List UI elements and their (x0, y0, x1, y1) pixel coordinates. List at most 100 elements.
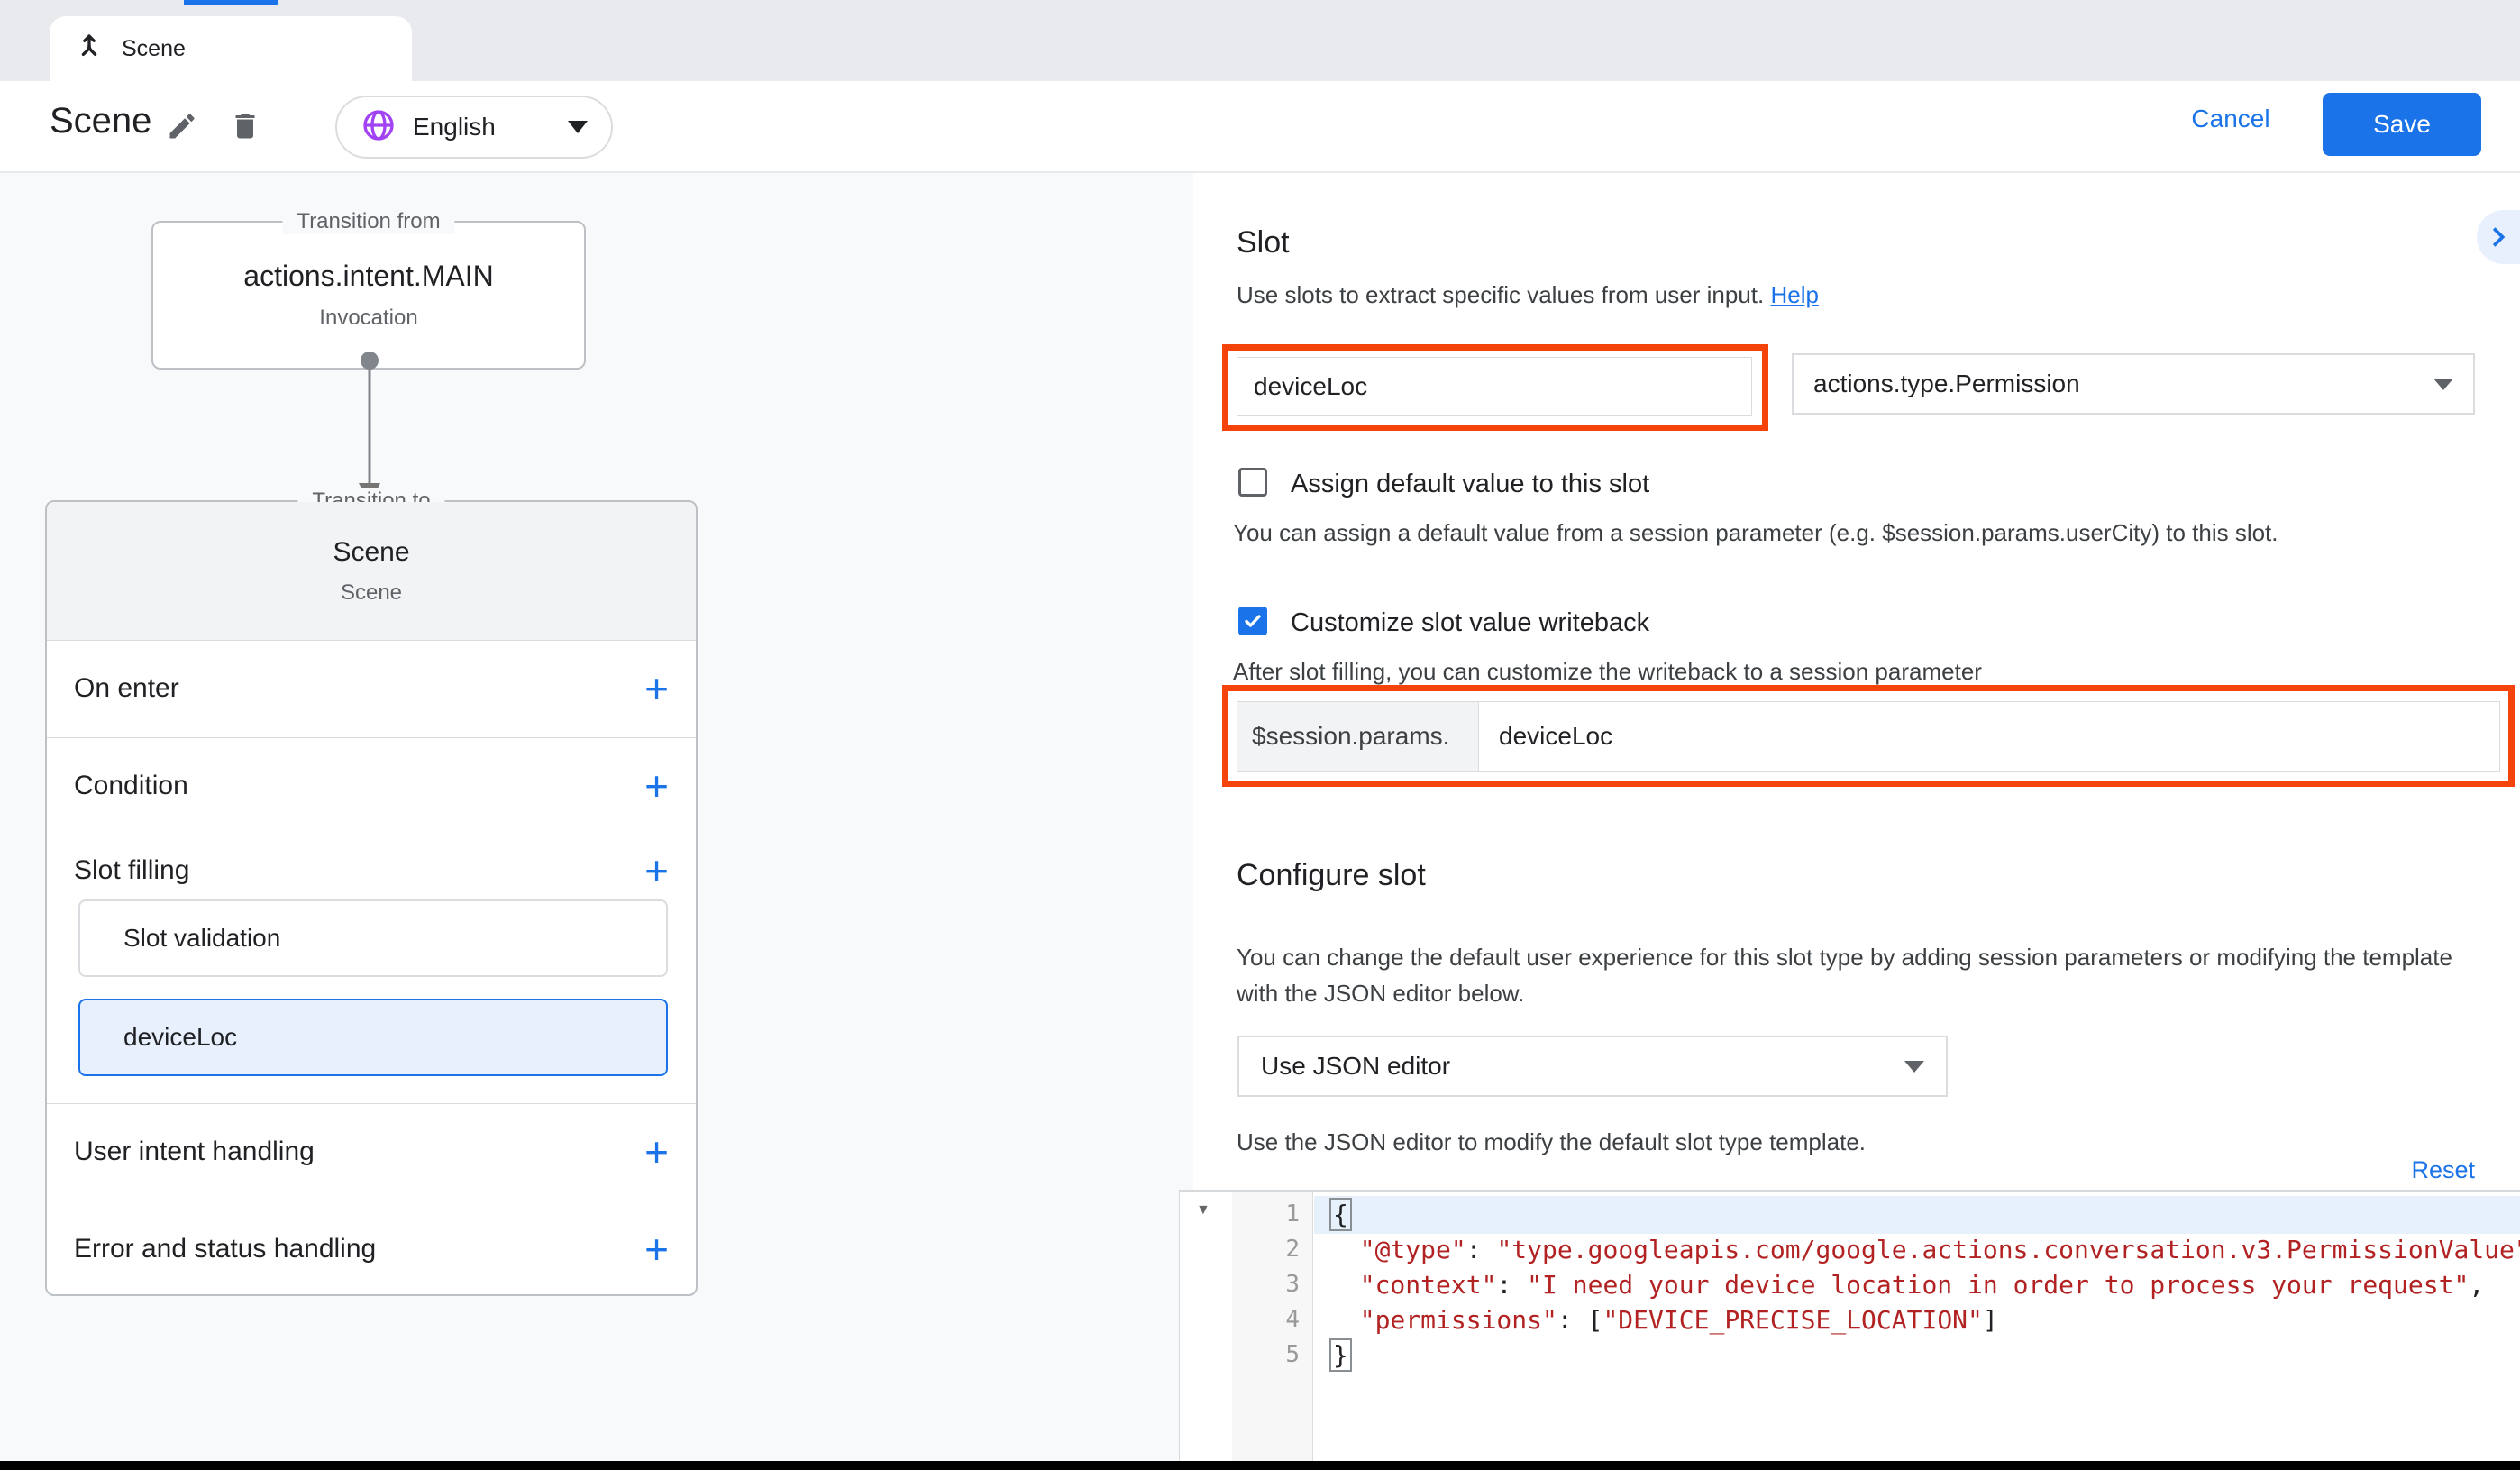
json-key: "context" (1360, 1270, 1497, 1300)
close-brace: } (1329, 1338, 1352, 1372)
slot-validation-label: Slot validation (123, 924, 280, 953)
collapse-panel-button[interactable] (2477, 210, 2520, 264)
bracket-close: ] (1983, 1305, 1998, 1335)
flow-connector-arrow (353, 350, 386, 510)
writeback-checkbox[interactable] (1238, 607, 1267, 635)
reset-link[interactable]: Reset (2411, 1156, 2475, 1184)
writeback-description: After slot filling, you can customize th… (1233, 658, 1982, 686)
tab-scene[interactable]: Scene (50, 16, 412, 81)
section-slot-filling: Slot filling + (47, 835, 696, 907)
json-key: "permissions" (1360, 1305, 1557, 1335)
node-scene-card: Transition to Scene Scene On enter + Con… (45, 500, 698, 1296)
error-status-label: Error and status handling (74, 1234, 644, 1265)
colon: : (1466, 1235, 1497, 1265)
configure-slot-title: Configure slot (1237, 858, 1426, 893)
slot-type-value: actions.type.Permission (1813, 370, 2433, 398)
add-condition-button[interactable]: + (644, 765, 669, 807)
editor-mode-value: Use JSON editor (1261, 1052, 1904, 1081)
scene-card-header[interactable]: Scene Scene (47, 502, 696, 641)
indent (1329, 1235, 1360, 1265)
node-transition-from[interactable]: Transition from actions.intent.MAIN Invo… (151, 221, 586, 370)
json-editor[interactable]: ▼ 1 2 3 4 5 { "@type": "type.googleapis.… (1179, 1190, 2520, 1461)
slot-description-text: Use slots to extract specific values fro… (1237, 281, 1770, 308)
intent-name: actions.intent.MAIN (243, 260, 493, 293)
dropdown-arrow-icon (2433, 379, 2453, 390)
json-value: "type.googleapis.com/google.actions.conv… (1496, 1235, 2520, 1265)
save-button[interactable]: Save (2323, 93, 2481, 156)
add-slot-button[interactable]: + (644, 850, 669, 891)
line-number: 1 (1232, 1197, 1312, 1232)
loading-bar (184, 0, 278, 5)
add-user-intent-button[interactable]: + (644, 1131, 669, 1173)
chevron-down-icon (568, 121, 588, 133)
configure-slot-description: You can change the default user experien… (1237, 939, 2462, 1011)
line-number: 2 (1232, 1232, 1312, 1267)
session-params-prefix: $session.params. (1237, 702, 1479, 771)
dropdown-arrow-icon (1904, 1061, 1924, 1073)
slot-deviceloc-label: deviceLoc (123, 1023, 237, 1052)
json-value: "DEVICE_PRECISE_LOCATION" (1602, 1305, 1982, 1335)
line-number: 3 (1232, 1267, 1312, 1302)
intent-type: Invocation (319, 306, 417, 331)
line-number: 4 (1232, 1302, 1312, 1338)
colon: : (1496, 1270, 1527, 1300)
code-line-4: "permissions": ["DEVICE_PRECISE_LOCATION… (1314, 1302, 2520, 1338)
json-value: "I need your device location in order to… (1527, 1270, 2469, 1300)
scene-type: Scene (341, 580, 402, 606)
fold-arrow-icon[interactable]: ▼ (1196, 1202, 1210, 1219)
code-line-3: "context": "I need your device location … (1314, 1267, 2520, 1302)
cancel-button[interactable]: Cancel (2172, 105, 2289, 133)
on-enter-label: On enter (74, 673, 644, 704)
slot-filling-label: Slot filling (74, 855, 644, 886)
line-number: 5 (1232, 1338, 1312, 1373)
writeback-value-input[interactable]: deviceLoc (1479, 702, 2499, 771)
slot-name-input[interactable]: deviceLoc (1237, 357, 1752, 416)
indent (1329, 1270, 1360, 1300)
slot-section-description: Use slots to extract specific values fro… (1237, 281, 1819, 309)
chevron-right-icon (2486, 224, 2511, 250)
section-on-enter: On enter + (47, 640, 696, 737)
bracket-open: [ (1588, 1305, 1603, 1335)
slot-validation-card[interactable]: Slot validation (78, 899, 668, 977)
check-icon (1242, 610, 1264, 632)
page-title: Scene (50, 101, 151, 142)
code-line-1: { (1314, 1197, 2520, 1232)
indent (1329, 1305, 1360, 1335)
bottom-scrollbar[interactable] (0, 1461, 2520, 1470)
scene-editor-page: Scene Scene English Cancel Save Transiti… (0, 0, 2520, 1470)
user-intent-label: User intent handling (74, 1137, 644, 1167)
writeback-label: Customize slot value writeback (1291, 608, 1649, 638)
section-user-intent: User intent handling + (47, 1103, 696, 1201)
merge-arrow-icon (73, 31, 105, 68)
editor-mode-dropdown[interactable]: Use JSON editor (1237, 1036, 1948, 1097)
code-area[interactable]: { "@type": "type.googleapis.com/google.a… (1314, 1197, 2520, 1461)
add-on-enter-button[interactable]: + (644, 668, 669, 709)
add-error-handler-button[interactable]: + (644, 1228, 669, 1270)
language-selector[interactable]: English (335, 96, 613, 159)
slot-type-dropdown[interactable]: actions.type.Permission (1792, 353, 2475, 415)
slot-deviceloc-card[interactable]: deviceLoc (78, 999, 668, 1076)
language-label: English (413, 113, 568, 142)
editor-hint: Use the JSON editor to modify the defaul… (1237, 1128, 1866, 1156)
code-line-5: } (1314, 1338, 2520, 1373)
slot-section-title: Slot (1237, 225, 1290, 260)
scene-name: Scene (333, 537, 409, 568)
session-params-prefix-text: $session.params. (1252, 722, 1449, 751)
colon: : (1557, 1305, 1588, 1335)
trash-icon (229, 110, 261, 142)
assign-default-label: Assign default value to this slot (1291, 470, 1649, 499)
section-condition: Condition + (47, 737, 696, 835)
slot-name-value: deviceLoc (1254, 372, 1367, 401)
globe-icon (361, 107, 397, 148)
section-error-status: Error and status handling + (47, 1201, 696, 1298)
delete-button[interactable] (225, 106, 265, 146)
fold-gutter: ▼ (1180, 1192, 1232, 1461)
json-key: "@type" (1360, 1235, 1466, 1265)
help-link[interactable]: Help (1770, 281, 1818, 308)
writeback-field: $session.params. deviceLoc (1237, 701, 2500, 772)
code-line-2: "@type": "type.googleapis.com/google.act… (1314, 1232, 2520, 1267)
assign-default-checkbox[interactable] (1238, 468, 1267, 497)
comma: , (2469, 1270, 2484, 1300)
edit-button[interactable] (162, 106, 202, 146)
pencil-icon (166, 110, 198, 142)
